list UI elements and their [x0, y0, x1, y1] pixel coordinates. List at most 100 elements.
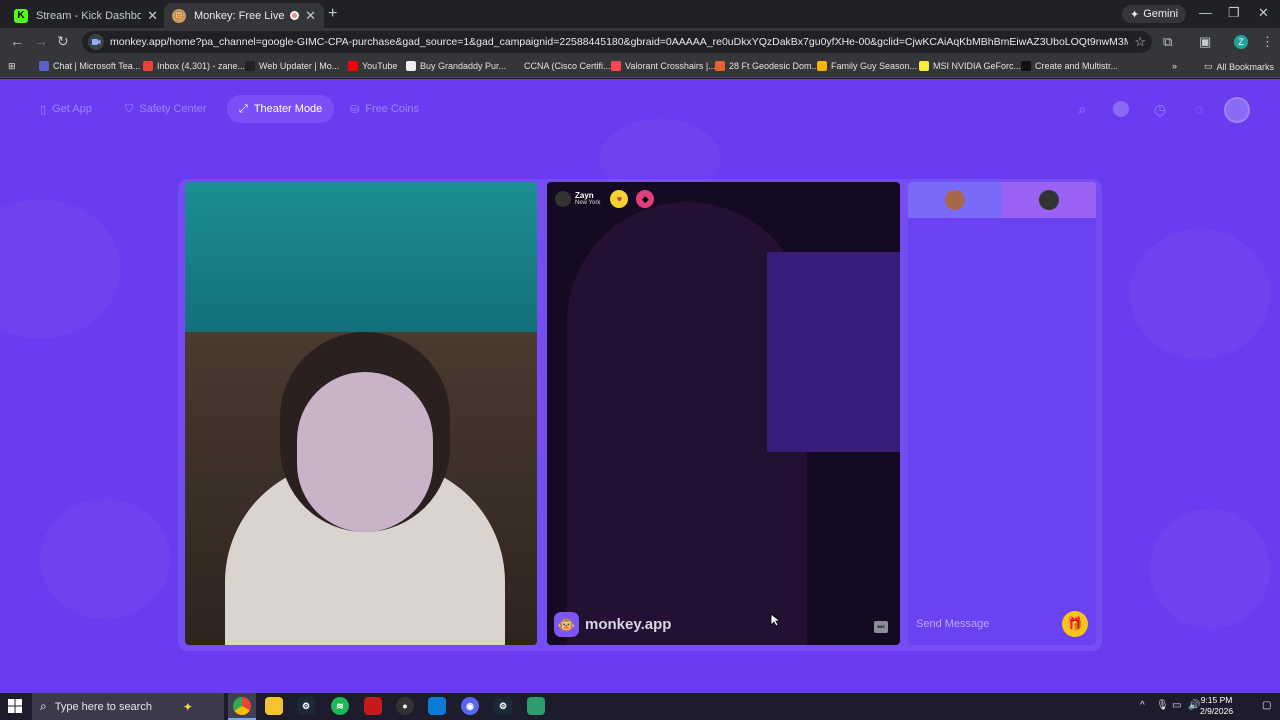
cisco-icon	[510, 61, 520, 71]
chat-bubble-icon[interactable]: ◌	[1189, 99, 1209, 119]
more-menu-icon[interactable]: ⋮	[1261, 34, 1274, 50]
tray-overflow-icon[interactable]: ^	[1140, 700, 1145, 711]
gemini-sparkle-icon: ✦	[1130, 8, 1140, 21]
window-close-icon[interactable]: ✕	[1258, 5, 1269, 21]
bookmark-item[interactable]: Family Guy Season...	[817, 61, 917, 71]
bookmark-item[interactable]: 28 Ft Geodesic Dom...	[715, 61, 819, 71]
gemini-button[interactable]: ✦ Gemini	[1122, 5, 1187, 23]
background-blob	[1130, 229, 1270, 359]
taskbar-search-input[interactable]	[54, 700, 175, 713]
chrome-icon[interactable]	[233, 697, 251, 715]
apps-grid-icon[interactable]: ⊞	[8, 61, 16, 72]
reload-icon[interactable]: ↻	[57, 33, 69, 50]
bookmark-item[interactable]: YouTube	[348, 61, 397, 71]
tab-kick-dashboard[interactable]: K Stream - Kick Dashboard ✕	[6, 3, 166, 28]
chat-tab-peer[interactable]	[1002, 182, 1096, 218]
minimize-icon[interactable]: —	[1199, 5, 1212, 20]
bookmark-item[interactable]: Chat | Microsoft Tea...	[39, 61, 140, 71]
search-icon[interactable]: ⌕	[1072, 99, 1092, 119]
chat-tabs	[908, 182, 1096, 218]
gemini-label: Gemini	[1143, 8, 1179, 20]
video-background-wall	[185, 182, 537, 332]
bookmark-item[interactable]: Create and Multistr...	[1021, 61, 1118, 71]
obs-icon[interactable]: ●	[396, 697, 414, 715]
windows-start-icon[interactable]	[8, 699, 22, 713]
spotify-icon[interactable]: ≋	[331, 697, 349, 715]
network-icon[interactable]: ▭	[1172, 700, 1181, 711]
file-explorer-icon[interactable]	[265, 697, 283, 715]
address-bar[interactable]: monkey.app/home?pa_channel=google-GIMC-C…	[82, 31, 1152, 53]
history-icon[interactable]: ◷	[1150, 99, 1170, 119]
send-message-input[interactable]	[916, 618, 1062, 630]
person-face	[297, 372, 433, 532]
volume-icon[interactable]: 🔊	[1188, 700, 1200, 711]
bookmark-label: 28 Ft Geodesic Dom...	[729, 61, 820, 71]
msi-icon	[919, 61, 929, 71]
valorant-icon	[611, 61, 621, 71]
back-arrow-icon[interactable]: ←	[10, 33, 24, 49]
bookmark-item[interactable]: Buy Grandaddy Pur...	[406, 61, 506, 71]
peer-location: New York	[575, 200, 601, 206]
tab-label: Monkey: Free Live Video Ch	[194, 9, 286, 22]
coin-icon[interactable]	[1111, 99, 1131, 119]
user-avatar[interactable]	[1224, 97, 1250, 123]
profile-avatar[interactable]: Z	[1234, 35, 1248, 49]
bookmark-star-icon[interactable]: ☆	[1134, 34, 1146, 50]
safety-center-label: Safety Center	[139, 103, 207, 115]
close-tab-icon[interactable]: ✕	[305, 8, 316, 24]
site-info-icon[interactable]	[88, 34, 104, 50]
steam-icon[interactable]: ⚙	[494, 697, 512, 715]
background-blob	[0, 199, 120, 339]
microphone-icon[interactable]: 🎙	[1156, 700, 1169, 711]
all-bookmarks-button[interactable]: ▭ All Bookmarks	[1204, 61, 1274, 72]
skip-icon[interactable]: ⏭	[874, 621, 888, 633]
browser-toolbar: ← → ↻ monkey.app/home?pa_channel=google-…	[0, 28, 1280, 56]
theater-mode-button[interactable]: ⤢ Theater Mode	[227, 95, 335, 123]
restream-icon	[1021, 61, 1031, 71]
bookmark-item[interactable]: Valorant Crosshairs |...	[611, 61, 716, 71]
forward-arrow-icon[interactable]: →	[34, 33, 48, 49]
restore-icon[interactable]: ❐	[1228, 5, 1240, 21]
new-tab-plus-icon[interactable]: +	[328, 5, 337, 23]
bookmarks-overflow-icon[interactable]: »	[1172, 61, 1177, 71]
bookmark-label: Web Updater | Mo...	[259, 61, 340, 71]
monkey-app-page: ▯ Get App ⛉ Safety Center ⤢ Theater Mode…	[0, 79, 1280, 693]
notifications-icon[interactable]: ▢	[1262, 700, 1271, 711]
red-app-icon[interactable]	[364, 697, 382, 715]
web-updater-icon	[245, 61, 255, 71]
chat-tab-self[interactable]	[908, 182, 1002, 218]
bookmark-item[interactable]: Web Updater | Mo...	[245, 61, 339, 71]
theater-mode-label: Theater Mode	[253, 103, 323, 115]
get-app-button[interactable]: ▯ Get App	[28, 95, 104, 123]
bookmark-item[interactable]: Inbox (4,301) - zane...	[143, 61, 245, 71]
mouse-cursor-icon	[770, 613, 780, 627]
side-panel-icon[interactable]: ▣	[1199, 34, 1211, 50]
folder-icon: ▭	[1204, 61, 1213, 71]
report-badge-icon[interactable]: ◆	[636, 190, 655, 208]
peer-avatar[interactable]	[555, 191, 571, 207]
bookmark-item[interactable]: MSI NVIDIA GeForc...	[919, 61, 1021, 71]
kick-favicon-icon: K	[14, 8, 28, 23]
free-coins-label: Free Coins	[365, 103, 420, 115]
taskbar-search[interactable]: ⌕ ✦	[32, 693, 224, 720]
extensions-puzzle-icon[interactable]: ⧉	[1163, 34, 1172, 50]
tab-monkey[interactable]: 🐵 Monkey: Free Live Video Ch ✕	[164, 3, 324, 28]
blue-app-icon[interactable]	[428, 697, 446, 715]
heart-badge-icon[interactable]: ♥	[610, 190, 629, 208]
bookmark-label: YouTube	[362, 61, 398, 71]
discord-icon[interactable]: ◉	[461, 697, 479, 715]
recording-indicator-icon	[290, 11, 300, 20]
free-coins-button[interactable]: ⛁ Free Coins	[338, 95, 431, 123]
safety-center-button[interactable]: ⛉ Safety Center	[113, 95, 219, 123]
monkey-watermark: 🐵 monkey.app	[554, 612, 671, 637]
coins-icon: ⛁	[350, 103, 360, 116]
steam-icon[interactable]: ⚙	[297, 697, 315, 715]
close-tab-icon[interactable]: ✕	[147, 8, 158, 24]
bookmark-item[interactable]: CCNA (Cisco Certifi...	[510, 61, 611, 71]
browser-tab-strip: K Stream - Kick Dashboard ✕ 🐵 Monkey: Fr…	[0, 0, 1280, 28]
url-text[interactable]: monkey.app/home?pa_channel=google-GIMC-C…	[110, 36, 1128, 48]
gift-icon[interactable]: 🎁	[1062, 611, 1088, 637]
green-app-icon[interactable]	[527, 697, 545, 715]
taskbar-clock[interactable]: 9:15 PM 2/9/2026	[1200, 695, 1233, 717]
chat-panel: 🎁	[908, 182, 1096, 645]
